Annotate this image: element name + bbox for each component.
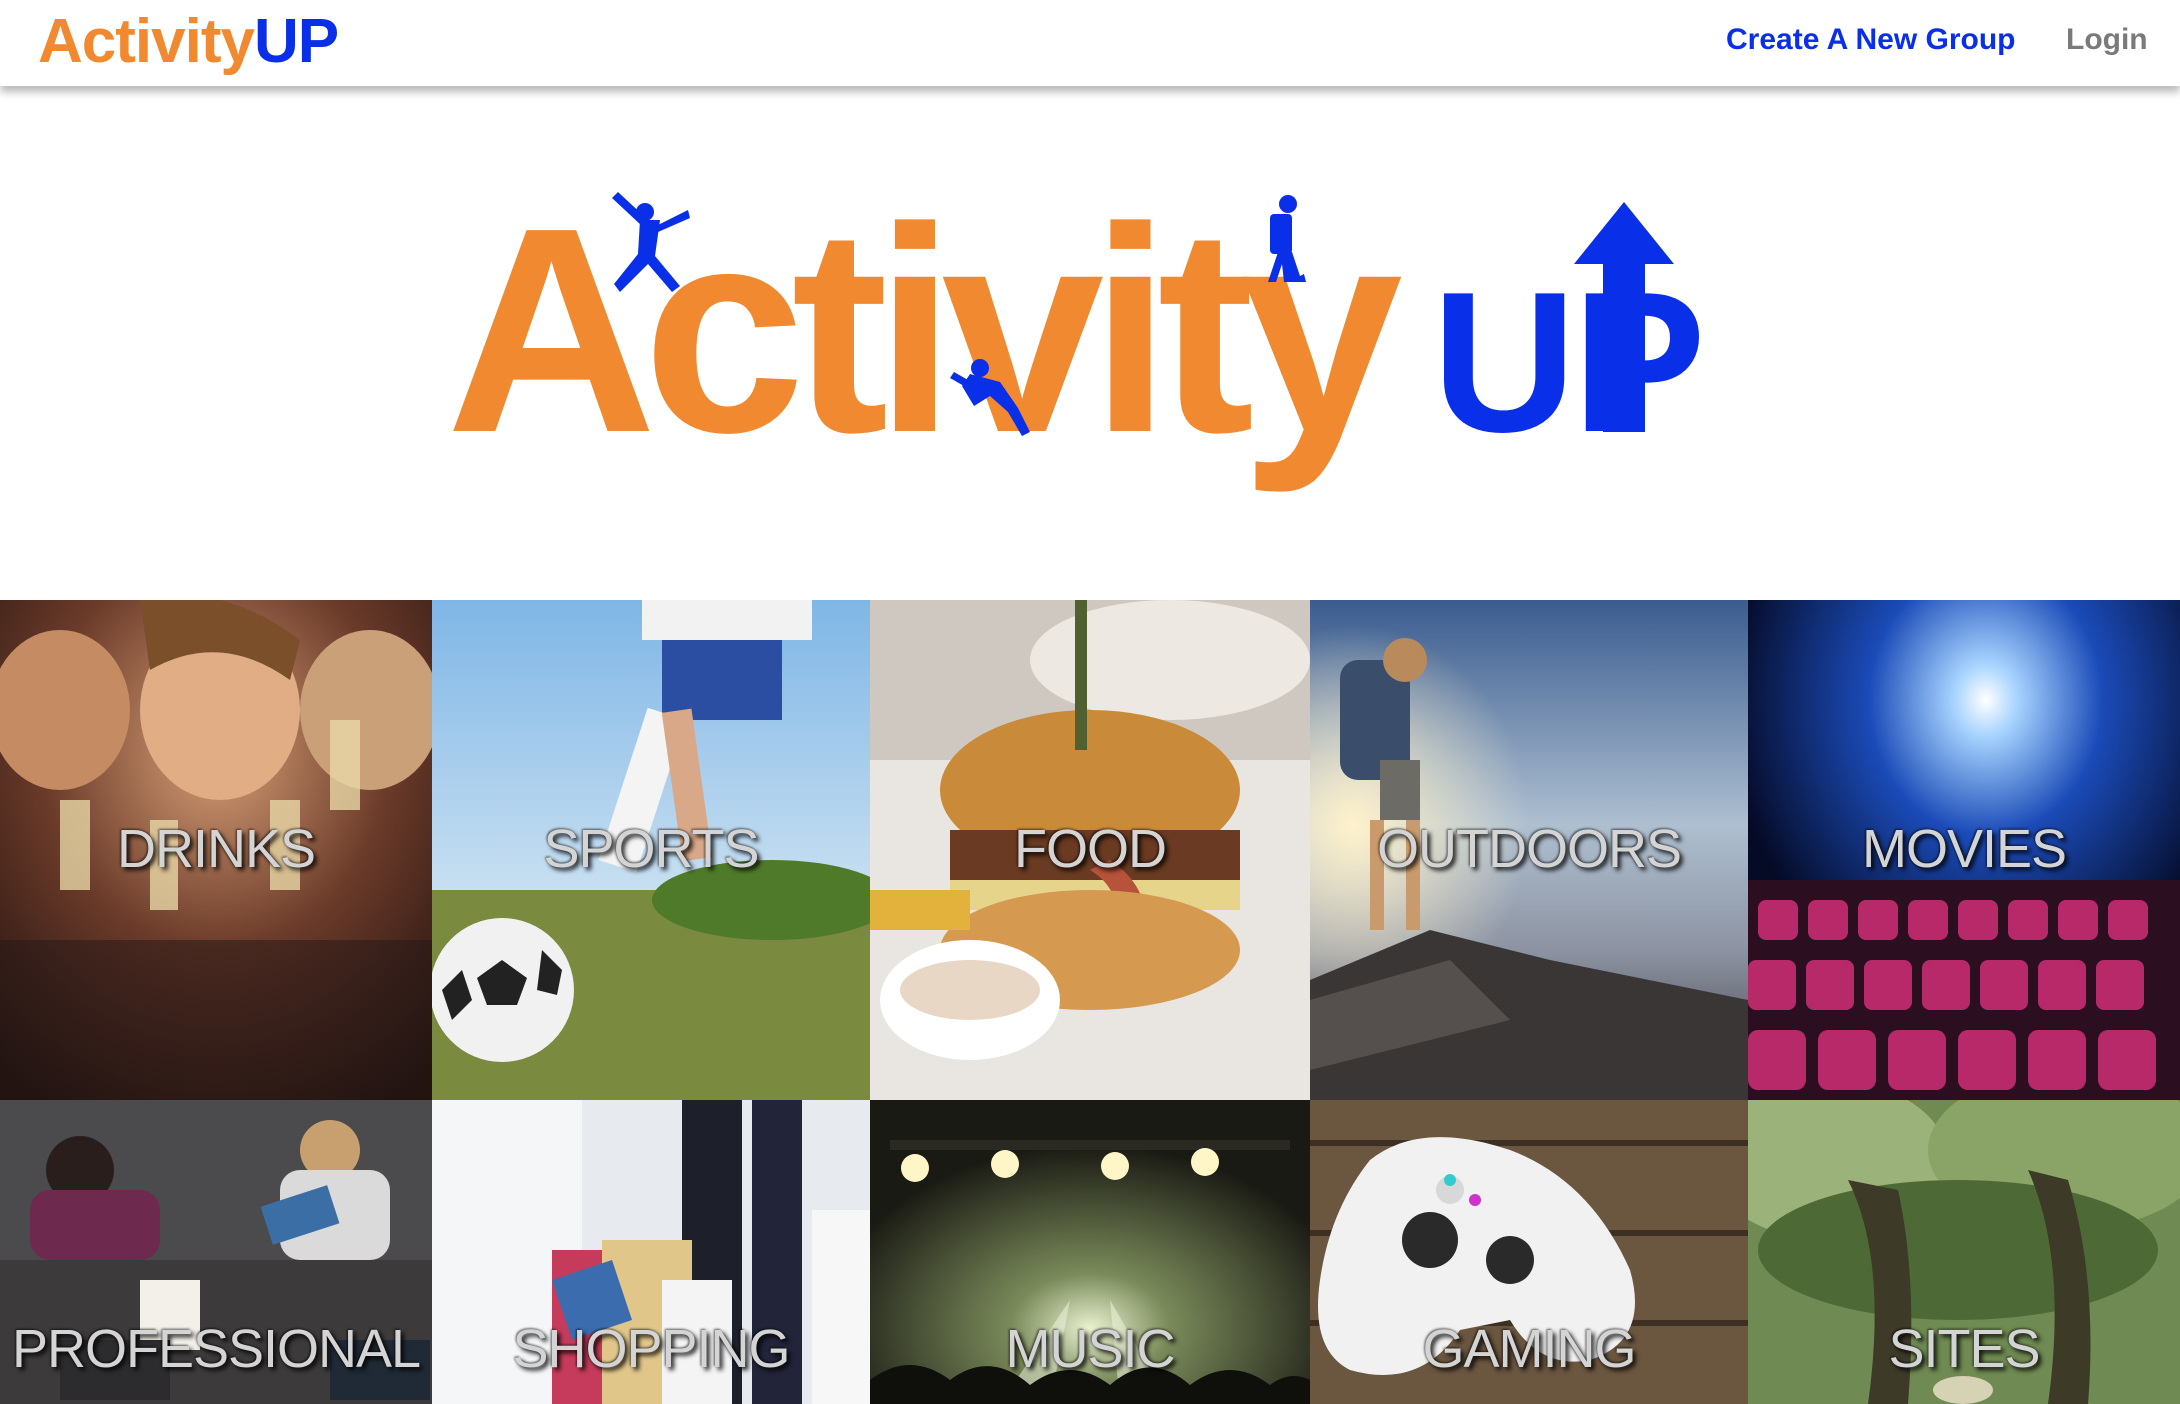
category-label: GAMING xyxy=(1422,1319,1636,1379)
top-navbar: ActivityUP Create A New Group Login xyxy=(0,0,2180,86)
category-tile-music[interactable]: MUSIC xyxy=(870,1100,1310,1404)
category-label: SITES xyxy=(1888,1319,2040,1379)
hero-logo-up: UP xyxy=(1432,251,1702,474)
hero-section: Activity UP xyxy=(0,86,2180,600)
category-tile-sports[interactable]: SPORTS xyxy=(432,600,870,1100)
nav-logo-activity: Activity xyxy=(38,7,255,76)
login-link[interactable]: Login xyxy=(2066,22,2148,58)
category-label: FOOD xyxy=(1014,819,1167,879)
category-label: MUSIC xyxy=(1005,1319,1176,1379)
category-tile-outdoors[interactable]: OUTDOORS xyxy=(1310,600,1748,1100)
category-tile-professional[interactable]: PROFESSIONAL xyxy=(0,1100,432,1404)
category-tile-movies[interactable]: MOVIES xyxy=(1748,600,2180,1100)
create-group-link[interactable]: Create A New Group xyxy=(1726,22,2016,58)
nav-logo[interactable]: ActivityUP xyxy=(38,6,339,78)
category-tile-gaming[interactable]: GAMING xyxy=(1310,1100,1748,1404)
category-label: SPORTS xyxy=(543,819,759,879)
hero-logo-activity: Activity xyxy=(446,167,1405,495)
category-label: DRINKS xyxy=(116,819,316,879)
category-label: MOVIES xyxy=(1861,819,2067,879)
category-label: SHOPPING xyxy=(512,1319,790,1379)
category-tile-shopping[interactable]: SHOPPING xyxy=(432,1100,870,1404)
category-label: PROFESSIONAL xyxy=(11,1319,421,1379)
nav-logo-up: UP xyxy=(253,7,339,76)
category-tile-sites[interactable]: SITES xyxy=(1748,1100,2180,1404)
category-label: OUTDOORS xyxy=(1376,819,1682,879)
category-tile-food[interactable]: FOOD xyxy=(870,600,1310,1100)
hero-logo: Activity UP xyxy=(446,167,1706,495)
category-grid: DRINKS SPORTS FOOD OUTDOORS MOVIES PROFE… xyxy=(0,600,2180,1404)
category-tile-drinks[interactable]: DRINKS xyxy=(0,600,432,1100)
